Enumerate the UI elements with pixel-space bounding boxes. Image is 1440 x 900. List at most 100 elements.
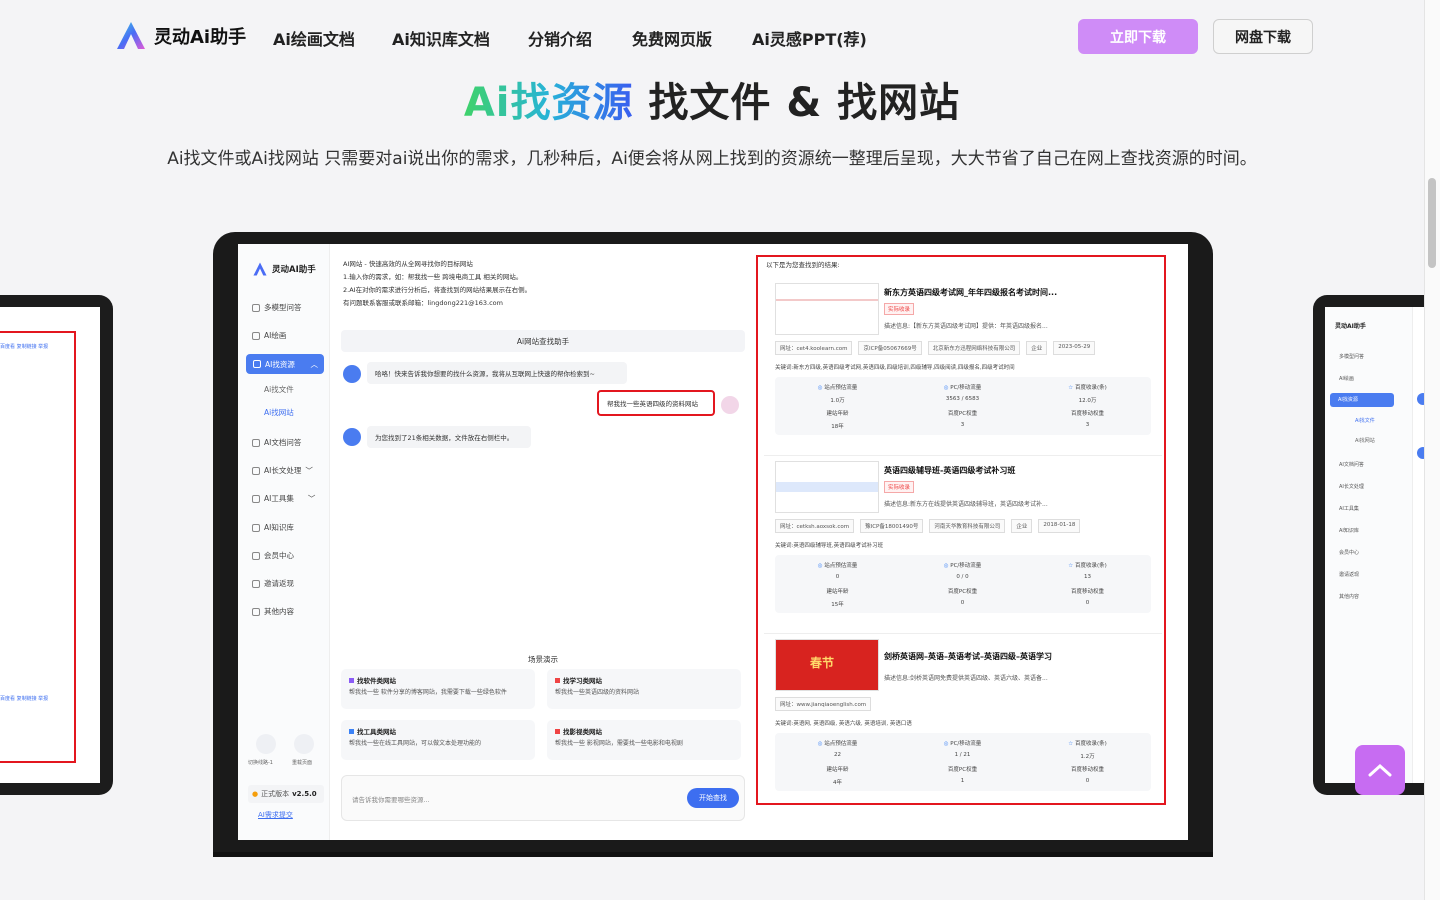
nav-link-free-web[interactable]: 免费网页版 (632, 26, 712, 50)
site-thumbnail: 春节 (775, 639, 879, 691)
result-keywords: 关键词:英语四级辅导班,英语四级考试补习班 (775, 543, 884, 549)
result-tag: 实际收录 (884, 481, 915, 493)
page-scrollbar[interactable] (1424, 0, 1440, 900)
study-icon (555, 677, 560, 683)
carousel-next-slide[interactable]: 灵动AI助手 多模型问答 AI绘画 AI找资源 Ai找文件 Ai找网站 AI文档… (1313, 295, 1424, 795)
chevron-up-icon (1368, 763, 1392, 777)
result-desc: 描述信息:剑桥英语网免费提供英语四级、英语六级、英语备... (884, 675, 1048, 682)
app-sidebar: 灵动AI助手 多模型问答 AI绘画 AI找资源 ︿ Ai找文件 Ai找网站 AI文… (238, 244, 330, 840)
result-item[interactable]: 春节 剑桥英语网–英语–英语考试–英语四级–英语学习 描述信息:剑桥英语网免费提… (764, 631, 1162, 801)
result-stats: ◎ 站点预估流量 0 ◎ PC/移动流量 0 / 0 ☆ 百度收录(条) 13 建站年… (775, 555, 1151, 613)
result-stats: ◎ 站点预估流量 22 ◎ PC/移动流量 1 / 21 ☆ 百度收录(条) 1.2万… (775, 733, 1151, 791)
chevron-up-icon: ︿ (310, 359, 319, 369)
user-avatar (721, 396, 739, 414)
sidebar-item-tools[interactable]: AI工具集 ﹀ (252, 493, 315, 504)
result-desc: 描述信息:【新东方英语四级考试网】提供：年英语四级报名... (884, 323, 1048, 330)
sidebar-item-multi-model-qa[interactable]: 多模型问答 (252, 302, 302, 313)
bot-avatar (343, 428, 361, 446)
results-highlight-box: 以下是为您查找到的结果: 新东方英语四级考试网_年年四级报名考试时间... 实际… (756, 255, 1166, 805)
sidebar-item-knowledge-base[interactable]: AI知识库 (252, 522, 294, 533)
device-mockup: ⌄ 灵动AI助手 多模型问答 AI绘画 AI找资源︿ Ai找文件 Ai找网站 A… (213, 232, 1213, 857)
more-icon (252, 607, 260, 616)
sidebar-item-other[interactable]: 其他内容 (252, 606, 294, 617)
palette-icon (252, 331, 260, 340)
shield-icon: ● (252, 790, 259, 798)
sidebar-item-ai-resources[interactable]: AI找资源 ︿ (246, 354, 324, 374)
netdisk-download-button[interactable]: 网盘下载 (1213, 19, 1313, 54)
reload-label: 重载页面 (292, 760, 313, 766)
results-header: 以下是为您查找到的结果: (766, 261, 840, 269)
search-doc-icon (253, 360, 261, 368)
sidebar-subitem-find-websites[interactable]: Ai找网站 (264, 407, 294, 418)
scene-card-software[interactable]: 找软件类网站 帮我找一些 软件分享的博客网站，我需要下载一些绿色软件 (341, 669, 535, 709)
text-icon (252, 466, 260, 475)
carousel-prev-slide[interactable]: 百度看 复制链接 举报 百度看 复制链接 举报 (0, 295, 113, 795)
site-logo[interactable]: 灵动Ai助手 (114, 19, 246, 53)
result-desc: 描述信息:新东方在线提供英语四级辅导班，英语四级考试补... (884, 501, 1048, 508)
result-keywords: 关键词:英语网, 英语四级, 英语六级, 英语培训, 英语口语 (775, 721, 912, 727)
result-item[interactable]: 新东方英语四级考试网_年年四级报名考试时间... 实际收录 描述信息:【新东方英… (764, 275, 1162, 445)
scene-card-tools[interactable]: 找工具类网站 帮我找一些在线工具网站，可以做文本处理功能的 (341, 720, 535, 760)
chat-input-placeholder: 请告诉我你需要哪些资源... (352, 796, 430, 804)
top-nav: 灵动Ai助手 Ai绘画文档 Ai知识库文档 分销介绍 免费网页版 Ai灵感PPT… (0, 0, 1424, 72)
chat-panel: AI网站 - 快速高效的从全网寻找你的目标网站 1.输入你的需求，如：帮我找一些… (335, 244, 751, 840)
chat-intro: AI网站 - 快速高效的从全网寻找你的目标网站 1.输入你的需求，如：帮我找一些… (343, 260, 532, 307)
bot-message: 哈咯！快来告诉我你想要的找什么资源，我将从互联网上快速的帮你检索到~ (367, 362, 627, 384)
hero-subtitle: Ai找文件或Ai找网站 只需要对ai说出你的需求，几秒种后，Ai便会将从网上找到… (167, 149, 1257, 169)
logo-text: 灵动Ai助手 (154, 27, 247, 48)
chevron-down-icon: ﹀ (305, 466, 313, 475)
sidebar-item-ai-painting[interactable]: AI绘画 (252, 330, 286, 341)
app-screenshot: 灵动AI助手 多模型问答 AI绘画 AI找资源 ︿ Ai找文件 Ai找网站 AI文… (238, 244, 1188, 840)
result-title[interactable]: 英语四级辅导班-英语四级考试补习班 (884, 465, 1015, 476)
chat-title: Ai网站查找助手 (341, 330, 745, 352)
switch-line-icon[interactable] (256, 734, 276, 754)
doc-icon (252, 438, 260, 447)
sidebar-item-doc-qa[interactable]: AI文档问答 (252, 437, 301, 448)
site-thumbnail (775, 461, 879, 513)
chat-input[interactable]: 请告诉我你需要哪些资源... 开始查找 (341, 775, 745, 821)
reload-icon[interactable] (294, 734, 314, 754)
back-to-top-button[interactable] (1355, 745, 1405, 795)
nav-link-ai-painting-docs[interactable]: Ai绘画文档 (273, 26, 355, 50)
user-icon (252, 551, 260, 560)
hero-title-highlight: Ai找资源 (463, 80, 634, 126)
hero-title-rest: 找文件 & 找网站 (633, 80, 961, 126)
book-icon (252, 523, 260, 532)
gift-icon (252, 579, 260, 588)
bot-message: 为您找到了21条相关数据，文件放在右侧栏中。 (367, 426, 531, 448)
nav-link-knowledge-docs[interactable]: Ai知识库文档 (392, 26, 490, 50)
scene-card-video[interactable]: 找影视类网站 帮我找一些 影视网站，需要找一些电影和电视剧 (547, 720, 741, 760)
device-base (213, 852, 1213, 857)
video-icon (555, 728, 560, 734)
result-meta: 网址：cetksh.aoxsok.com 豫ICP备18001490号 河南天华教育… (775, 519, 1081, 533)
bot-avatar (343, 365, 361, 383)
result-item[interactable]: 英语四级辅导班-英语四级考试补习班 实际收录 描述信息:新东方在线提供英语四级辅… (764, 453, 1162, 623)
start-search-button[interactable]: 开始查找 (687, 788, 739, 808)
sidebar-subitem-find-files[interactable]: Ai找文件 (264, 384, 294, 395)
result-title[interactable]: 剑桥英语网–英语–英语考试–英语四级–英语学习 (884, 651, 1052, 662)
grid-icon (252, 494, 260, 503)
sidebar-item-member-center[interactable]: 会员中心 (252, 550, 294, 561)
chevron-down-icon: ﹀ (307, 494, 316, 503)
result-meta: 网址：cet4.koolearn.com 京ICP备05067669号 北京新东方迅… (775, 341, 1096, 355)
result-tag: 实际收录 (884, 303, 915, 315)
result-meta: 网址：www.jianqiaoenglish.com (775, 697, 872, 711)
chat-icon (252, 303, 260, 312)
nav-link-distribution[interactable]: 分销介绍 (528, 26, 592, 50)
sidebar-item-long-text[interactable]: AI长文处理 ﹀ (252, 465, 313, 476)
scene-card-study[interactable]: 找学习类网站 帮我找一些英语四级的资料网站 (547, 669, 741, 709)
results-panel: 以下是为您查找到的结果: 新东方英语四级考试网_年年四级报名考试时间... 实际… (753, 244, 1188, 840)
result-keywords: 关键词:新东方四级,英语四级考试网,英语四级,四级培训,四级辅导,四级阅读,四级… (775, 365, 1015, 371)
switch-line-label: 切换线路-1 (248, 760, 273, 766)
result-title[interactable]: 新东方英语四级考试网_年年四级报名考试时间... (884, 287, 1057, 298)
scrollbar-thumb[interactable] (1428, 178, 1436, 268)
tool-icon (349, 728, 354, 734)
download-button[interactable]: 立即下载 (1078, 19, 1198, 54)
nav-link-ppt[interactable]: Ai灵感PPT(荐) (752, 26, 867, 50)
sidebar-item-invite[interactable]: 邀请返现 (252, 578, 294, 589)
scene-title: 场景演示 (528, 655, 558, 664)
user-message: 帮我找一些英语四级的资料网站 (597, 390, 715, 416)
feedback-link[interactable]: AI需求提交 (258, 810, 293, 820)
site-thumbnail (775, 283, 879, 335)
software-icon (349, 677, 354, 683)
